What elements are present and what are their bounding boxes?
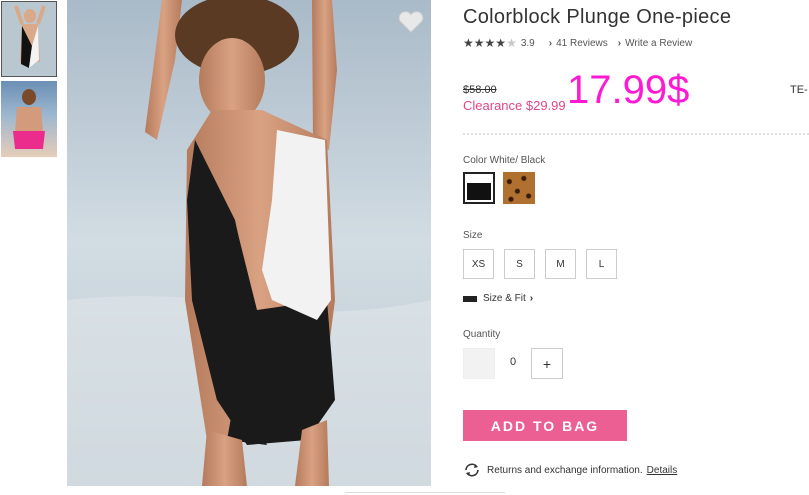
size-s-button[interactable]: S	[504, 249, 535, 279]
rating-value: 3.9	[520, 37, 535, 49]
thumbnail-1-image	[2, 2, 56, 76]
quantity-increment-button[interactable]: +	[531, 348, 563, 379]
size-label: Size	[463, 230, 483, 241]
star-icon: ★	[473, 36, 485, 50]
thumbnail-2-image	[13, 89, 45, 149]
bottom-divider	[345, 492, 505, 493]
chevron-right-icon: ›	[548, 37, 553, 49]
ruler-icon	[463, 295, 477, 302]
divider	[463, 133, 809, 135]
quantity-label: Quantity	[463, 329, 501, 340]
chevron-right-icon: ›	[529, 293, 534, 304]
thumbnail-1[interactable]	[1, 1, 57, 77]
color-label: Color White/ Black	[463, 155, 546, 166]
details-link[interactable]: Details	[647, 465, 678, 476]
returns-info: Returns and exchange information. Detail…	[463, 463, 677, 477]
chevron-right-icon: ›	[617, 37, 622, 49]
quantity-decrement-button[interactable]	[463, 348, 495, 379]
quantity-value[interactable]: 0	[503, 356, 523, 368]
product-main-image	[67, 0, 431, 486]
star-icon: ★	[484, 36, 496, 50]
heart-icon[interactable]	[398, 11, 424, 33]
sku-fragment: TE-	[790, 84, 808, 96]
rating-stars: ★ ★ ★ ★ ★	[463, 37, 517, 49]
write-review-link[interactable]: Write a Review	[625, 38, 692, 49]
product-title: Colorblock Plunge One-piece	[463, 6, 732, 28]
size-fit-link[interactable]: Size & Fit ›	[463, 293, 533, 304]
size-fit-label: Size & Fit	[483, 293, 526, 304]
clearance-price: Clearance $29.99	[463, 98, 566, 113]
original-price: $58.00	[463, 84, 497, 96]
star-icon: ★	[495, 36, 507, 50]
star-empty-icon: ★	[506, 36, 517, 50]
returns-text: Returns and exchange information.	[487, 464, 643, 476]
size-l-button[interactable]: L	[586, 249, 617, 279]
rating-row: ★ ★ ★ ★ ★ 3.9 › 41 Reviews › Write a Rev…	[463, 37, 692, 49]
refresh-icon	[465, 463, 479, 477]
thumbnail-2[interactable]	[1, 81, 57, 157]
reviews-link[interactable]: 41 Reviews	[556, 38, 608, 49]
swatch-white-black[interactable]	[463, 172, 495, 204]
size-m-button[interactable]: M	[545, 249, 576, 279]
star-icon: ★	[463, 36, 474, 50]
overlay-price: 17.99$	[567, 68, 690, 112]
add-to-bag-button[interactable]: ADD TO BAG	[463, 410, 627, 441]
size-xs-button[interactable]: XS	[463, 249, 494, 279]
swatch-leopard[interactable]	[503, 172, 535, 204]
